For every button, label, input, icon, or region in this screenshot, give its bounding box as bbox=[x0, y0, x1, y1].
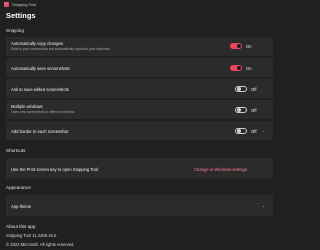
auto-save-toggle[interactable] bbox=[230, 64, 242, 71]
setting-subtitle: Open new screenshots in different window… bbox=[11, 110, 75, 114]
setting-auto-save: Automatically save screenshots On bbox=[6, 58, 273, 77]
setting-title: Multiple windows bbox=[11, 104, 43, 109]
toggle-knob bbox=[236, 65, 241, 70]
page-title: Settings bbox=[6, 11, 36, 20]
title-bar: Snipping Tool bbox=[0, 0, 279, 8]
window-title: Snipping Tool bbox=[12, 1, 36, 7]
setting-multiple-windows: Multiple windows Open new screenshots in… bbox=[6, 100, 273, 119]
toggle-knob bbox=[237, 128, 242, 133]
setting-title: Automatically copy changes bbox=[11, 41, 63, 46]
snipping-tool-icon bbox=[4, 2, 9, 7]
toggle-state-label: On bbox=[246, 65, 252, 71]
setting-subtitle: Edits to your screenshots are automatica… bbox=[11, 47, 110, 51]
section-title-shortcuts: Shortcuts bbox=[6, 148, 26, 153]
auto-copy-toggle[interactable] bbox=[230, 43, 242, 49]
copyright: © 2023 Microsoft. All rights reserved. bbox=[6, 242, 75, 247]
toggle-knob bbox=[237, 107, 242, 112]
change-in-windows-settings-link[interactable]: Change in Windows settings bbox=[194, 167, 247, 172]
app-version: Snipping Tool 11.2309.16.0 bbox=[6, 233, 57, 238]
ask-to-save-toggle[interactable] bbox=[235, 85, 247, 92]
toggle-state-label: Off bbox=[251, 86, 257, 92]
chevron-down-icon[interactable]: ⌄ bbox=[262, 203, 265, 208]
section-title-appearance: Appearance bbox=[6, 185, 31, 190]
section-title-about: About this app bbox=[6, 224, 36, 229]
toggle-knob bbox=[236, 44, 241, 48]
chevron-down-icon[interactable]: ⌄ bbox=[262, 128, 265, 133]
toggle-state-label: Off bbox=[251, 128, 257, 134]
setting-title: Automatically save screenshots bbox=[11, 65, 70, 71]
section-title-snipping: Snipping bbox=[6, 28, 24, 33]
setting-print-screen: Use the Print screen key to open Snippin… bbox=[6, 158, 273, 179]
setting-title: Add border to each screenshot bbox=[11, 128, 69, 134]
setting-auto-copy: Automatically copy changes Edits to your… bbox=[6, 37, 273, 56]
app-theme-label: App theme bbox=[11, 203, 32, 209]
setting-app-theme[interactable]: App theme ⌄ bbox=[6, 195, 273, 216]
setting-title: Ask to save edited screenshots bbox=[11, 86, 69, 92]
toggle-state-label: On bbox=[246, 44, 252, 49]
multiple-windows-toggle[interactable] bbox=[235, 106, 247, 113]
add-border-toggle[interactable] bbox=[235, 127, 247, 134]
setting-ask-to-save: Ask to save edited screenshots Off bbox=[6, 79, 273, 98]
setting-add-border[interactable]: Add border to each screenshot Off ⌄ bbox=[6, 121, 273, 140]
shortcut-text: Use the Print screen key to open Snippin… bbox=[11, 166, 98, 172]
toggle-state-label: Off bbox=[251, 107, 257, 113]
toggle-knob bbox=[237, 86, 242, 91]
